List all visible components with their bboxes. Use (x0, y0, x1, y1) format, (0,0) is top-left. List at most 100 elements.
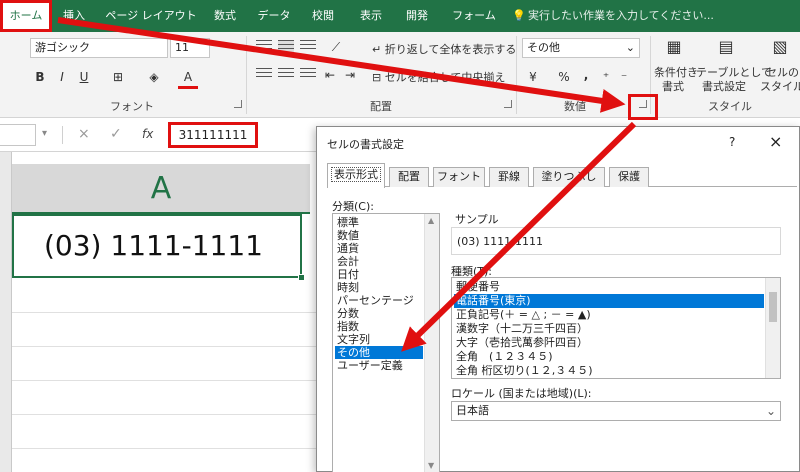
tab-alignment[interactable]: 配置 (389, 167, 429, 187)
decrease-indent-icon[interactable]: ⇤ (322, 66, 338, 84)
percent-button[interactable]: % (556, 68, 572, 86)
row-header-strip (0, 152, 12, 472)
currency-icon[interactable]: ¥ (524, 68, 542, 86)
category-item[interactable]: 会計 (335, 255, 423, 268)
locale-select[interactable]: 日本語 ⌄ (451, 401, 781, 421)
column-header-a[interactable]: A (12, 164, 310, 214)
comma-button[interactable]: , (578, 66, 594, 84)
tab-data[interactable]: データ (252, 0, 296, 32)
cell-a1[interactable]: (03) 1111-1111 (12, 214, 302, 278)
scroll-down-icon[interactable]: ▼ (428, 461, 434, 470)
increase-indent-icon[interactable]: ⇥ (342, 66, 358, 84)
cell-styles-button-line2[interactable]: スタイル (760, 78, 800, 94)
align-right-icon[interactable] (300, 68, 316, 82)
category-item[interactable]: 指数 (335, 320, 423, 333)
format-as-table-button-line2[interactable]: 書式設定 (702, 78, 746, 94)
formula-input[interactable]: 311111111 (171, 125, 255, 145)
tab-border[interactable]: 罫線 (489, 167, 529, 187)
align-center-icon[interactable] (278, 68, 294, 82)
borders-icon[interactable]: ⊞ (108, 68, 128, 86)
annotation-highlight-launcher (628, 94, 658, 120)
name-box[interactable] (0, 124, 36, 146)
category-item-selected[interactable]: その他 (335, 346, 423, 359)
category-item[interactable]: 日付 (335, 268, 423, 281)
tab-page-layout[interactable]: ページ レイアウト (96, 0, 206, 32)
alignment-dialog-launcher-icon[interactable] (504, 100, 512, 108)
type-scrollbar[interactable] (765, 278, 780, 378)
name-box-chevron-icon[interactable]: ▾ (42, 128, 47, 139)
font-dialog-launcher-icon[interactable] (234, 100, 242, 108)
enter-icon[interactable]: ✓ (110, 126, 122, 142)
merge-center-button[interactable]: ⊟ セルを結合して中央揃え (372, 69, 505, 85)
type-item[interactable]: 郵便番号 (454, 280, 764, 294)
align-top-icon[interactable] (256, 40, 272, 54)
font-group-label: フォント (110, 100, 154, 113)
help-icon[interactable]: ? (729, 135, 735, 149)
tab-number-format[interactable]: 表示形式 (327, 163, 385, 188)
tab-insert[interactable]: 挿入 (56, 0, 92, 32)
wrap-text-icon: ↵ (372, 43, 385, 56)
font-size-select[interactable]: 11 (170, 38, 210, 58)
category-item[interactable]: ユーザー定義 (335, 359, 423, 372)
tab-form[interactable]: フォーム (446, 0, 502, 32)
tell-me-box[interactable]: 💡 実行したい作業を入力してください... (512, 0, 714, 32)
tab-home[interactable]: ホーム (0, 0, 52, 32)
type-list[interactable]: 郵便番号 電話番号(東京) 正負記号(＋ = △ ; － = ▲) 漢数字（十二… (451, 277, 781, 379)
type-item[interactable]: 全角 (１２３４５) (454, 350, 764, 364)
ribbon-tab-bar: ホーム 挿入 ページ レイアウト 数式 データ 校閲 表示 開発 フォーム 💡 実… (0, 0, 800, 32)
fill-color-icon[interactable]: ◈ (144, 68, 164, 86)
merge-center-icon: ⊟ (372, 71, 385, 84)
category-item[interactable]: 標準 (335, 216, 423, 229)
chevron-down-icon: ⌄ (765, 404, 776, 418)
locale-label: ロケール (国または地域)(L): (451, 387, 592, 400)
increase-decimal-icon[interactable]: ⁺ (598, 68, 614, 86)
lightbulb-icon: 💡 (512, 9, 526, 22)
cell-styles-icon[interactable]: ▧ (768, 34, 792, 60)
tab-fill[interactable]: 塗りつぶし (533, 167, 605, 187)
scroll-up-icon[interactable]: ▲ (428, 216, 434, 225)
close-icon[interactable]: × (769, 132, 782, 151)
wrap-text-button[interactable]: ↵ 折り返して全体を表示する (372, 41, 516, 57)
table-format-icon[interactable]: ▤ (714, 34, 738, 60)
category-scrollbar[interactable]: ▲ ▼ (424, 214, 439, 472)
tab-font[interactable]: フォント (433, 167, 485, 187)
align-bottom-icon[interactable] (300, 40, 316, 54)
tab-formulas[interactable]: 数式 (206, 0, 244, 32)
formula-bar-separator (62, 126, 63, 144)
orientation-icon[interactable]: ⟋ (324, 38, 348, 56)
align-left-icon[interactable] (256, 68, 272, 82)
category-item[interactable]: パーセンテージ (335, 294, 423, 307)
underline-button[interactable]: U (76, 68, 92, 86)
tab-view[interactable]: 表示 (352, 0, 390, 32)
cancel-icon[interactable]: × (78, 126, 90, 142)
type-scroll-thumb[interactable] (769, 292, 777, 322)
category-list[interactable]: 標準 数値 通貨 会計 日付 時刻 パーセンテージ 分数 指数 文字列 その他 … (332, 213, 440, 472)
category-item[interactable]: 通貨 (335, 242, 423, 255)
fill-handle[interactable] (298, 274, 305, 281)
font-name-select[interactable]: 游ゴシック (30, 38, 168, 58)
dialog-title: セルの書式設定 (327, 138, 404, 151)
decrease-decimal-icon[interactable]: ⁻ (616, 68, 632, 86)
tab-review[interactable]: 校閲 (304, 0, 342, 32)
type-item[interactable]: 漢数字（十二万三千四百） (454, 322, 764, 336)
category-item[interactable]: 時刻 (335, 281, 423, 294)
sample-label: サンプル (455, 213, 499, 226)
insert-function-icon[interactable]: fx (142, 127, 153, 141)
italic-button[interactable]: I (54, 68, 70, 86)
conditional-format-icon[interactable]: ▦ (662, 34, 686, 60)
type-item[interactable]: 正負記号(＋ = △ ; － = ▲) (454, 308, 764, 322)
align-middle-icon[interactable] (278, 40, 294, 54)
category-item[interactable]: 数値 (335, 229, 423, 242)
font-color-button[interactable]: A (178, 68, 198, 89)
type-item-selected[interactable]: 電話番号(東京) (454, 294, 764, 308)
type-item[interactable]: 大字（壱拾弐萬参阡四百） (454, 336, 764, 350)
category-item[interactable]: 文字列 (335, 333, 423, 346)
bold-button[interactable]: B (32, 68, 48, 86)
tab-developer[interactable]: 開発 (398, 0, 436, 32)
formula-input-highlight: 311111111 (168, 122, 258, 148)
type-item[interactable]: 全角 桁区切り(１２,３４５) (454, 364, 764, 378)
tab-protection[interactable]: 保護 (609, 167, 649, 187)
number-format-select[interactable]: その他 ⌄ (522, 38, 640, 58)
category-item[interactable]: 分数 (335, 307, 423, 320)
conditional-format-button-line2[interactable]: 書式 (662, 78, 684, 94)
